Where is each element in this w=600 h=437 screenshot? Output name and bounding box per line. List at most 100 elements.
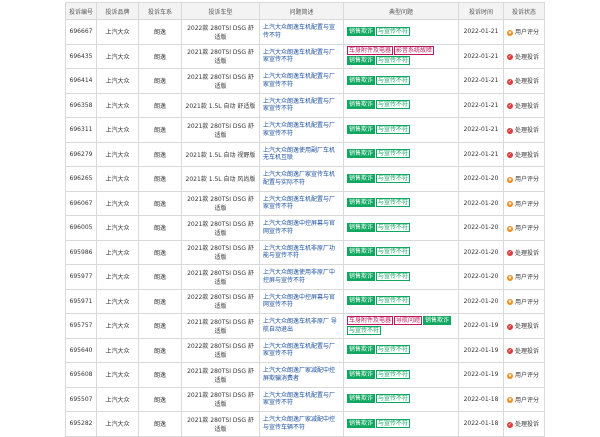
table-row[interactable]: 696435 上汽大众 朗逸 2021款 280TSI DSG 舒适版 上汽大众朗逸车机…	[65, 43, 545, 69]
complaint-date: 2022-01-20	[458, 288, 504, 314]
issue-tag[interactable]: 与宣传不符	[376, 173, 411, 183]
issue-tag[interactable]: 与宣传不符	[376, 222, 411, 232]
issue-tag[interactable]: 销售欺诈	[347, 100, 376, 110]
complaint-id: 696265	[65, 166, 97, 192]
issue-tag[interactable]: 与宣传不符	[376, 26, 411, 36]
issue-tag[interactable]: 销售欺诈	[347, 173, 376, 183]
issue-tag[interactable]: 销售欺诈	[347, 369, 376, 379]
complaint-desc-link[interactable]: 上汽大众朗逸车机配置与厂家宣传不符	[259, 43, 344, 69]
complaint-desc-link[interactable]: 上汽大众朗逸厂家减配中控与宣传车辆不符	[259, 411, 344, 437]
table-row[interactable]: 695282 上汽大众 朗逸 2021款 280TSI DSG 舒适版 上汽大众朗逸厂家…	[65, 411, 545, 437]
complaint-model: 2021款 1.5L 自动 舒适版	[181, 92, 260, 118]
issue-tag[interactable]: 销售欺诈	[423, 315, 452, 325]
complaint-desc-link[interactable]: 上汽大众朗逸中控屏幕与官网宣传不符	[259, 215, 344, 241]
issue-tag[interactable]: 销售欺诈	[347, 271, 376, 281]
issue-tag[interactable]: 销售欺诈	[347, 394, 376, 404]
complaint-desc-link[interactable]: 上汽大众朗逸车机配置与厂家宣传不符	[259, 92, 344, 118]
header-id: 投诉编号	[65, 2, 97, 20]
complaint-model: 2021款 280TSI DSG 舒适版	[181, 117, 260, 143]
table-row[interactable]: 696067 上汽大众 朗逸 2021款 280TSI DSG 舒适版 上汽大众朗逸车机…	[65, 190, 545, 216]
issue-tag[interactable]: 销售欺诈	[347, 345, 376, 355]
issue-tag[interactable]: 与宣传不符	[376, 124, 411, 134]
table-row[interactable]: 696005 上汽大众 朗逸 2021款 280TSI DSG 舒适版 上汽大众朗逸中控…	[65, 215, 545, 241]
complaint-model: 2021款 280TSI DSG 舒适版	[181, 215, 260, 241]
complaint-date: 2022-01-19	[458, 337, 504, 363]
table-row[interactable]: 695507 上汽大众 朗逸 2021款 280TSI DSG 舒适版 上汽大众朗逸车机…	[65, 386, 545, 412]
issue-tag[interactable]: 与宣传不符	[376, 198, 411, 208]
complaint-series: 朗逸	[138, 313, 182, 339]
issue-tag[interactable]: 与宣传不符	[376, 56, 411, 66]
issue-tag[interactable]: 与宣传不符	[347, 325, 382, 335]
table-row[interactable]: 696279 上汽大众 朗逸 2021款 1.5L 自动 视野版 上汽大众朗逸使用副厂车…	[65, 141, 545, 167]
complaint-desc-link[interactable]: 上汽大众朗逸使用非原厂中控屏与宣传不符	[259, 264, 344, 290]
table-row[interactable]: 696358 上汽大众 朗逸 2021款 1.5L 自动 舒适版 上汽大众朗逸车机配置与…	[65, 92, 545, 118]
issue-tag[interactable]: 与宣传不符	[376, 296, 411, 306]
complaint-id: 696414	[65, 68, 97, 94]
complaint-series: 朗逸	[138, 92, 182, 118]
table-row[interactable]: 696265 上汽大众 朗逸 2021款 1.5L 自动 风尚版 上汽大众朗逸厂家宣传车…	[65, 166, 545, 192]
complaint-series: 朗逸	[138, 43, 182, 69]
complaint-desc-link[interactable]: 上汽大众朗逸厂家宣传车机配置与实际不符	[259, 166, 344, 192]
complaint-date: 2022-01-21	[458, 43, 504, 69]
issue-tag[interactable]: 与宣传不符	[376, 394, 411, 404]
complaint-desc-link[interactable]: 上汽大众朗逸厂家减配中控屏欺骗消费者	[259, 362, 344, 388]
issue-tag[interactable]: 销售欺诈	[347, 296, 376, 306]
issue-tag[interactable]: 销售欺诈	[347, 418, 376, 428]
issue-tag[interactable]: 销售欺诈	[347, 247, 376, 257]
rating-status-icon: ★	[507, 29, 513, 36]
table-row[interactable]: 696667 上汽大众 朗逸 2022款 280TSI DSG 舒适版 上汽大众朗逸车机…	[65, 19, 545, 45]
complaint-desc-link[interactable]: 上汽大众朗逸车机非原厂 导航自动退出	[259, 313, 344, 339]
issue-tag[interactable]: 车身附件及电器	[347, 315, 394, 325]
complaint-status: ★ 用户评分	[503, 362, 545, 388]
complaint-desc-link[interactable]: 上汽大众朗逸中控屏幕与官网宣传不符	[259, 288, 344, 314]
issue-tag[interactable]: 销售欺诈	[347, 75, 376, 85]
table-row[interactable]: 695986 上汽大众 朗逸 2021款 280TSI DSG 舒适版 上汽大众朗逸车机…	[65, 239, 545, 265]
header-date: 投诉时间	[458, 2, 504, 20]
complaint-desc-link[interactable]: 上汽大众朗逸车机配置与厂家宣传不符	[259, 386, 344, 412]
header-desc: 问题简述	[259, 2, 344, 20]
issue-tag[interactable]: 销售欺诈	[347, 149, 376, 159]
issue-tag[interactable]: 影音系统故障	[394, 46, 435, 56]
complaint-desc-link[interactable]: 上汽大众朗逸使用副厂车机无车机互联	[259, 141, 344, 167]
issue-tag[interactable]: 与宣传不符	[376, 369, 411, 379]
rating-status-icon: ★	[507, 397, 513, 404]
table-row[interactable]: 695971 上汽大众 朗逸 2022款 280TSI DSG 舒适版 上汽大众朗逸中控…	[65, 288, 545, 314]
complaint-desc-link[interactable]: 上汽大众朗逸车机配置与厂家宣传不符	[259, 117, 344, 143]
typical-issue-tags: 销售欺诈 与宣传不符	[343, 337, 459, 363]
complaint-date: 2022-01-19	[458, 362, 504, 388]
table-row[interactable]: 695977 上汽大众 朗逸 2021款 280TSI DSG 舒适版 上汽大众朗逸使用…	[65, 264, 545, 290]
complaint-desc-link[interactable]: 上汽大众朗逸车机配置与宣传不符	[259, 19, 344, 45]
status-label: 用户评分	[515, 396, 540, 404]
typical-issue-tags: 销售欺诈 与宣传不符	[343, 19, 459, 45]
complaint-desc-link[interactable]: 上汽大众朗逸车机配置与厂家宣传不符	[259, 68, 344, 94]
issue-tag[interactable]: 与宣传不符	[376, 247, 411, 257]
issue-tag[interactable]: 导航问题	[394, 315, 423, 325]
issue-tag[interactable]: 与宣传不符	[376, 418, 411, 428]
issue-tag[interactable]: 与宣传不符	[376, 149, 411, 159]
table-row[interactable]: 695757 上汽大众 朗逸 2021款 280TSI DSG 舒适版 上汽大众朗逸车机…	[65, 313, 545, 339]
issue-tag[interactable]: 销售欺诈	[347, 124, 376, 134]
table-row[interactable]: 695640 上汽大众 朗逸 2022款 280TSI DSG 舒适版 上汽大众朗逸车机…	[65, 337, 545, 363]
issue-tag[interactable]: 与宣传不符	[376, 271, 411, 281]
issue-tag[interactable]: 销售欺诈	[347, 26, 376, 36]
complaint-desc-link[interactable]: 上汽大众朗逸车机配置与厂家宣传不符	[259, 190, 344, 216]
complaint-id: 695608	[65, 362, 97, 388]
issue-tag[interactable]: 销售欺诈	[347, 56, 376, 66]
issue-tag[interactable]: 销售欺诈	[347, 198, 376, 208]
complaint-status: ✓ 处理投诉	[503, 411, 545, 437]
complaint-series: 朗逸	[138, 288, 182, 314]
issue-tag[interactable]: 与宣传不符	[376, 100, 411, 110]
issue-tag[interactable]: 销售欺诈	[347, 222, 376, 232]
table-row[interactable]: 696311 上汽大众 朗逸 2021款 280TSI DSG 舒适版 上汽大众朗逸车机…	[65, 117, 545, 143]
complaint-series: 朗逸	[138, 337, 182, 363]
complaint-status: ✓ 处理投诉	[503, 43, 545, 69]
issue-tag[interactable]: 与宣传不符	[376, 75, 411, 85]
table-row[interactable]: 695608 上汽大众 朗逸 2021款 280TSI DSG 舒适版 上汽大众朗逸厂家…	[65, 362, 545, 388]
table-row[interactable]: 696414 上汽大众 朗逸 2021款 280TSI DSG 舒适版 上汽大众朗逸车机…	[65, 68, 545, 94]
issue-tag[interactable]: 与宣传不符	[376, 345, 411, 355]
complaint-desc-link[interactable]: 上汽大众朗逸车机配置与厂家宣传不符	[259, 337, 344, 363]
status-label: 处理投诉	[515, 249, 540, 257]
complaint-status: ✓ 处理投诉	[503, 141, 545, 167]
issue-tag[interactable]: 车身附件及电器	[347, 46, 394, 56]
complaint-desc-link[interactable]: 上汽大众朗逸车机非原厂功能与宣传不符	[259, 239, 344, 265]
